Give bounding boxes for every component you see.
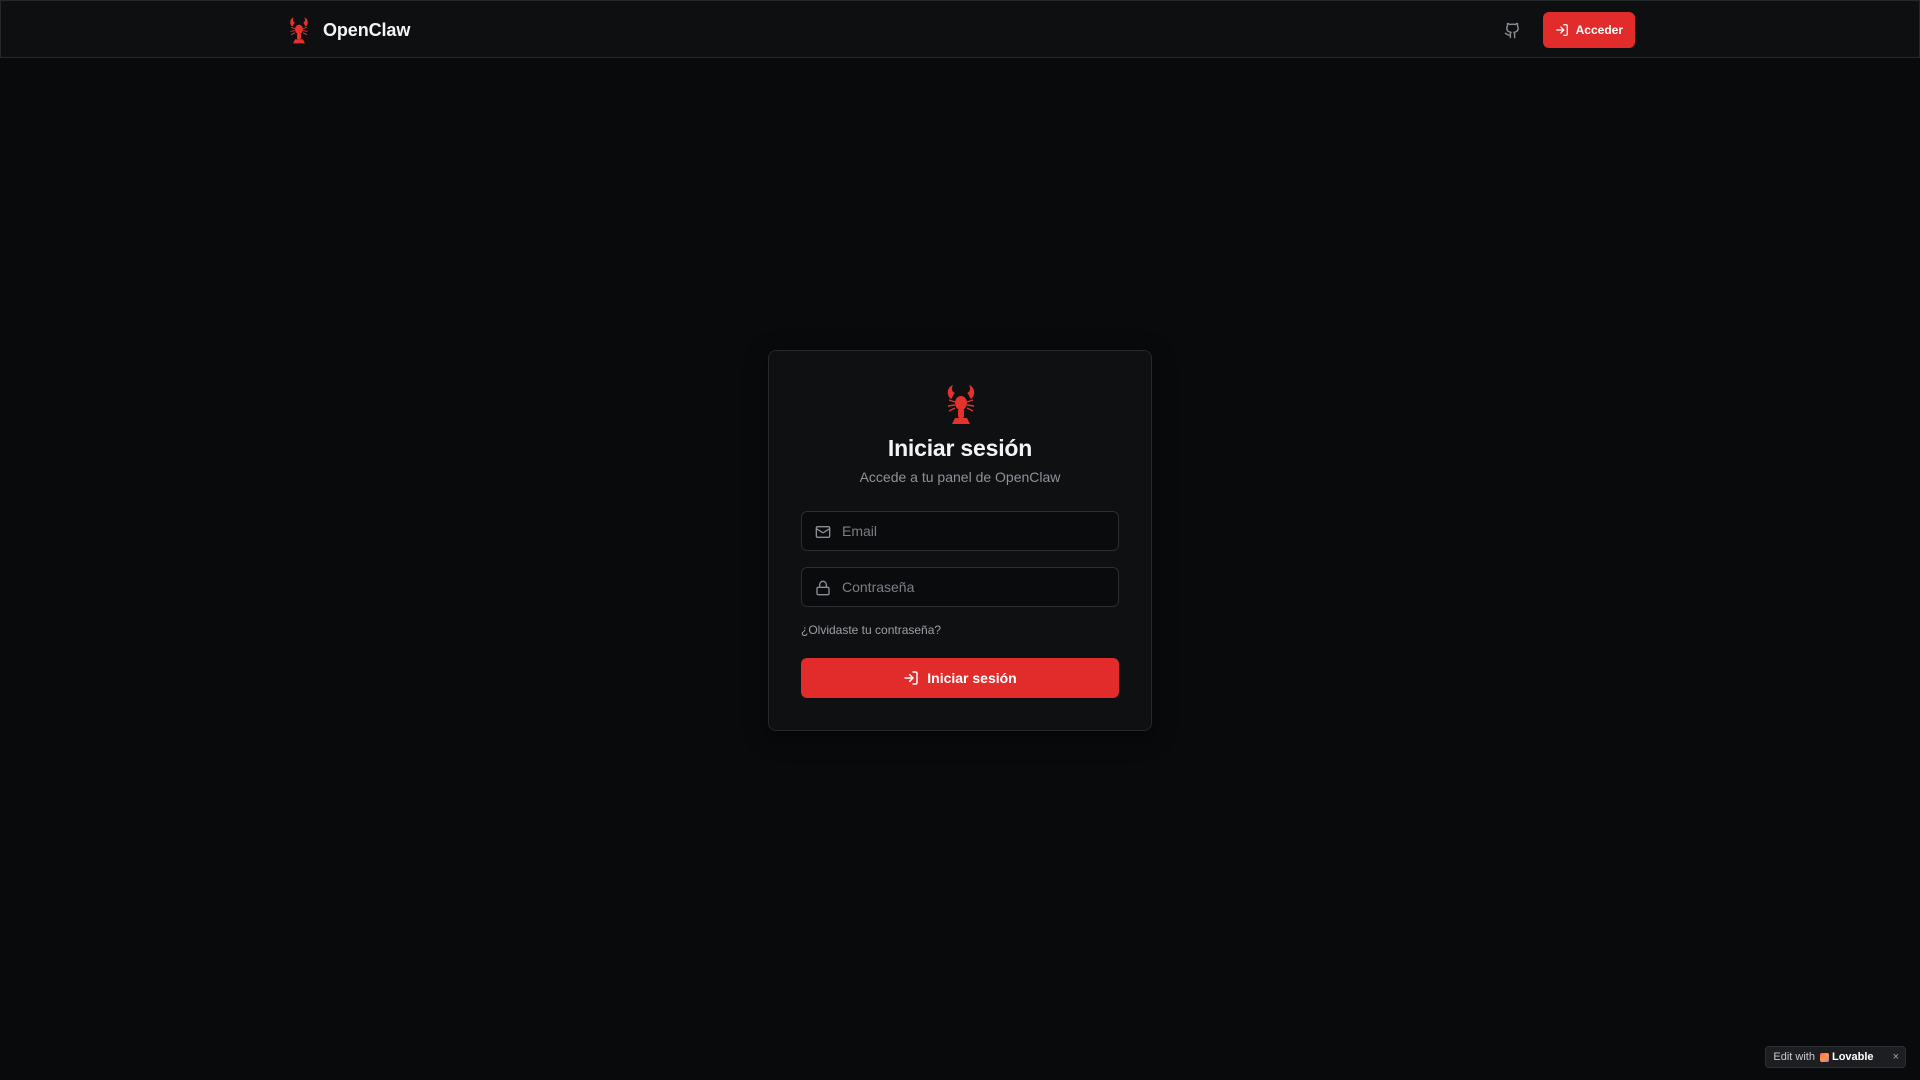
- page-subtitle: Accede a tu panel de OpenClaw: [859, 469, 1061, 485]
- top-navbar: OpenClaw Acceder: [0, 0, 1920, 58]
- lobster-icon: [943, 383, 979, 425]
- sign-in-button[interactable]: Iniciar sesión: [801, 658, 1119, 698]
- navbar-actions: Acceder: [1495, 12, 1635, 48]
- login-nav-button[interactable]: Acceder: [1542, 12, 1635, 48]
- github-icon: [1504, 22, 1521, 39]
- email-field[interactable]: [801, 511, 1119, 551]
- edit-with-lovable-badge[interactable]: Edit with Lovable ×: [1765, 1046, 1906, 1068]
- log-in-icon: [1555, 23, 1569, 37]
- lobster-icon: [287, 15, 311, 45]
- password-field[interactable]: [801, 567, 1119, 607]
- forgot-password-link[interactable]: ¿Olvidaste tu contraseña?: [801, 623, 941, 637]
- page-title: Iniciar sesión: [887, 435, 1033, 461]
- login-card: Iniciar sesión Accede a tu panel de Open…: [768, 350, 1152, 731]
- log-in-icon: [903, 670, 919, 686]
- brand-name: OpenClaw: [323, 19, 411, 40]
- password-input[interactable]: [842, 568, 1112, 606]
- login-nav-button-label: Acceder: [1575, 23, 1623, 37]
- sign-in-button-label: Iniciar sesión: [927, 670, 1017, 686]
- mail-icon: [815, 524, 831, 540]
- lock-icon: [815, 580, 831, 596]
- github-button[interactable]: [1495, 12, 1531, 48]
- lovable-logo-icon: [1819, 1052, 1829, 1062]
- close-icon[interactable]: ×: [1893, 1051, 1899, 1063]
- lovable-brand-name: Lovable: [1831, 1051, 1874, 1063]
- brand[interactable]: OpenClaw: [287, 14, 410, 46]
- email-input[interactable]: [842, 512, 1112, 550]
- lovable-brand: Lovable: [1819, 1051, 1874, 1063]
- lovable-badge-prefix: Edit with: [1773, 1051, 1815, 1063]
